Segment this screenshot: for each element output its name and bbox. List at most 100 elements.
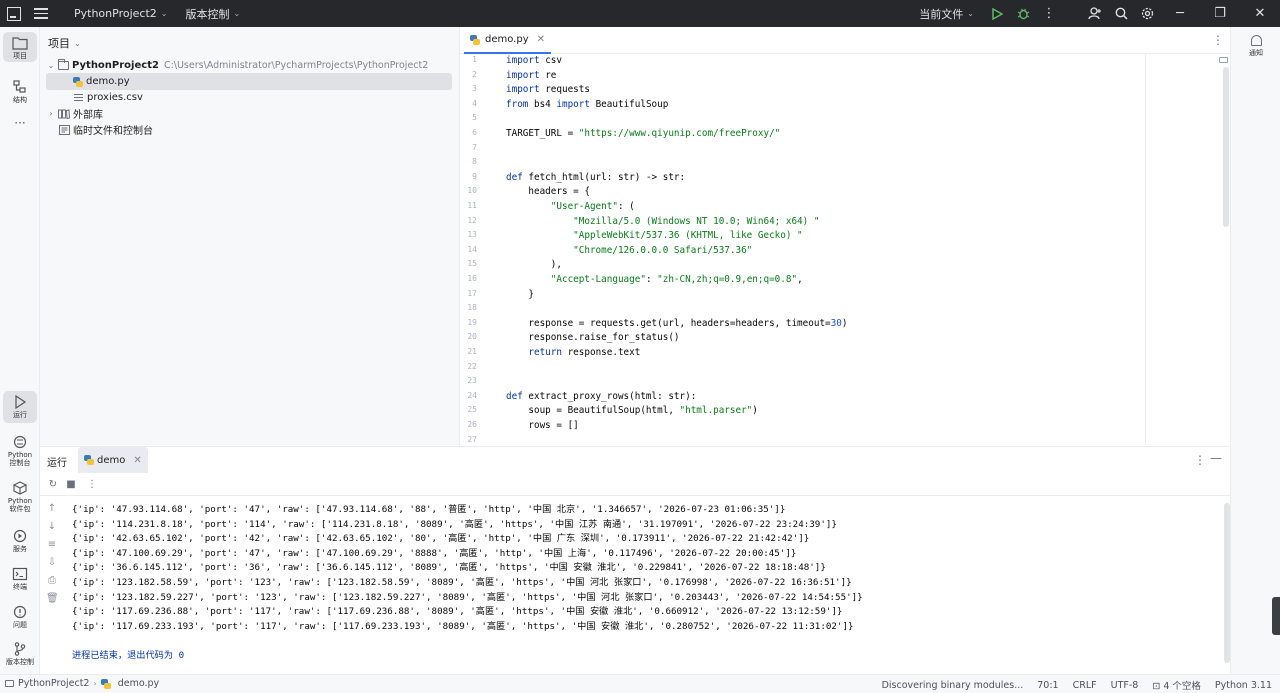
inspection-widget-icon[interactable] bbox=[1219, 57, 1228, 63]
chevron-right-icon[interactable]: › bbox=[46, 109, 56, 118]
tool-run-button[interactable]: 运行 bbox=[3, 391, 37, 423]
scroll-down-icon[interactable]: ↓ bbox=[46, 521, 58, 533]
code-line: TARGET_URL = "https://www.qiyunip.com/fr… bbox=[506, 128, 781, 139]
close-tab-icon[interactable]: ✕ bbox=[537, 34, 545, 45]
right-tool-strip: 通知 bbox=[1230, 27, 1280, 674]
editor-more-icon[interactable]: ⋮ bbox=[1212, 33, 1224, 47]
run-icon[interactable] bbox=[984, 0, 1010, 27]
breadcrumb-file[interactable]: demo.py bbox=[118, 678, 159, 689]
pycharm-logo-icon[interactable] bbox=[7, 6, 21, 21]
services-icon bbox=[13, 529, 27, 543]
code-line: headers = { bbox=[506, 186, 590, 198]
debug-icon[interactable] bbox=[1010, 0, 1036, 27]
more-actions-icon[interactable]: ⋮ bbox=[1036, 0, 1062, 27]
line-number: 10 bbox=[467, 186, 477, 196]
notifications-button[interactable]: 通知 bbox=[1231, 35, 1280, 58]
line-number: 11 bbox=[467, 201, 477, 210]
code-line: rows = [] bbox=[506, 420, 579, 431]
terminal-icon bbox=[12, 567, 28, 581]
scroll-to-end-icon[interactable]: ⇩ bbox=[46, 557, 58, 569]
line-number: 4 bbox=[472, 98, 477, 108]
settings-gear-icon[interactable] bbox=[1134, 0, 1160, 27]
project-switcher-button[interactable]: PythonProject2 ⌄ bbox=[74, 7, 167, 20]
window-minimize-icon[interactable]: ─ bbox=[1160, 0, 1200, 27]
more-icon[interactable]: ⋮ bbox=[86, 479, 98, 491]
code-line: from bs4 import BeautifulSoup bbox=[506, 98, 669, 110]
code-line: "Mozilla/5.0 (Windows NT 10.0; Win64; x6… bbox=[573, 215, 820, 227]
vcs-menu-button[interactable]: 版本控制 ⌄ bbox=[185, 6, 240, 22]
editor-scrollbar[interactable] bbox=[1223, 67, 1229, 227]
rerun-icon[interactable]: ↻ bbox=[47, 479, 59, 491]
console-line: {'ip': '47.100.69.29', 'port': '47', 'ra… bbox=[72, 547, 797, 559]
line-number: 19 bbox=[467, 317, 477, 327]
line-separator[interactable]: CRLF bbox=[1073, 680, 1097, 691]
close-tab-icon[interactable]: ✕ bbox=[133, 455, 141, 466]
side-panel-handle[interactable] bbox=[1272, 597, 1280, 635]
caret-position[interactable]: 70:1 bbox=[1037, 680, 1058, 691]
code-area[interactable]: import csv import re import requests from b… bbox=[506, 54, 1206, 445]
clear-all-icon[interactable]: 🗑 bbox=[46, 593, 59, 605]
library-icon bbox=[58, 108, 70, 119]
tool-vcs-button[interactable]: 版本控制 bbox=[3, 638, 37, 668]
minimize-panel-icon[interactable]: — bbox=[1210, 451, 1222, 465]
bell-icon bbox=[1250, 35, 1262, 46]
soft-wrap-icon[interactable]: ≡ bbox=[46, 539, 58, 551]
project-panel-header[interactable]: 项目 ⌄ bbox=[48, 35, 81, 51]
process-exit-message: 进程已结束，退出代码为 0 bbox=[72, 650, 185, 661]
console-scrollbar[interactable] bbox=[1224, 503, 1230, 663]
breadcrumb: PythonProject2 › demo.py bbox=[5, 678, 159, 689]
code-line: response = requests.get(url, headers=hea… bbox=[506, 317, 848, 329]
python-interpreter[interactable]: Python 3.11 bbox=[1215, 680, 1272, 691]
tool-python-console-button[interactable]: Python 控制台 bbox=[3, 431, 37, 469]
line-number: 8 bbox=[472, 157, 477, 167]
tree-item-project-root[interactable]: ⌄ PythonProject2 C:\Users\Administrator\… bbox=[46, 57, 452, 74]
tool-services-button[interactable]: 服务 bbox=[3, 525, 37, 553]
tree-item-demo-py[interactable]: demo.py bbox=[46, 73, 452, 90]
line-number: 20 bbox=[467, 332, 477, 342]
indent-setting[interactable]: ⊡ 4 个空格 bbox=[1152, 678, 1201, 692]
tool-python-packages-button[interactable]: Python 软件包 bbox=[3, 477, 37, 515]
chevron-down-icon: ⌄ bbox=[160, 9, 168, 18]
print-icon[interactable]: ⎙ bbox=[46, 575, 58, 587]
chevron-down-icon: ⌄ bbox=[967, 9, 974, 18]
run-tab-demo[interactable]: demo ✕ bbox=[78, 447, 148, 473]
console-output[interactable]: {'ip': '47.93.114.68', 'port': '47', 'ra… bbox=[72, 497, 1222, 675]
tool-structure-button[interactable]: 结构 bbox=[3, 76, 37, 106]
tool-terminal-button[interactable]: 终端 bbox=[3, 563, 37, 591]
tool-project-button[interactable]: 项目 bbox=[3, 32, 37, 62]
line-number: 1 bbox=[472, 55, 477, 64]
scratches-icon bbox=[59, 124, 70, 135]
text-file-icon bbox=[74, 94, 83, 101]
background-task-status[interactable]: Discovering binary modules... bbox=[882, 680, 1024, 691]
console-side-toolbar: ↑ ↓ ≡ ⇩ ⎙ 🗑 bbox=[40, 497, 64, 675]
add-user-icon[interactable] bbox=[1082, 0, 1108, 27]
run-config-selector[interactable]: 当前文件 ⌄ bbox=[919, 6, 974, 22]
run-panel-more-icon[interactable]: ⋮ bbox=[1194, 453, 1206, 467]
file-encoding[interactable]: UTF-8 bbox=[1111, 680, 1139, 691]
code-line: ), bbox=[506, 259, 562, 271]
line-number: 27 bbox=[467, 434, 477, 444]
code-line: return response.text bbox=[528, 347, 641, 358]
window-close-icon[interactable]: ✕ bbox=[1240, 0, 1280, 27]
stop-icon[interactable]: ■ bbox=[65, 479, 77, 491]
window-restore-icon[interactable]: ❐ bbox=[1200, 0, 1240, 27]
editor-tab-demo-py[interactable]: demo.py ✕ bbox=[464, 27, 552, 54]
console-line: {'ip': '36.6.145.112', 'port': '36', 'ra… bbox=[72, 562, 826, 574]
code-line: "Chrome/126.0.0.0 Safari/537.36" bbox=[573, 244, 753, 256]
breadcrumb-project[interactable]: PythonProject2 bbox=[18, 678, 89, 689]
code-line: def extract_proxy_rows(html: str): bbox=[506, 390, 697, 402]
run-icon bbox=[15, 395, 27, 409]
chevron-down-icon[interactable]: ⌄ bbox=[46, 61, 56, 70]
tree-item-external-libraries[interactable]: › 外部库 bbox=[46, 105, 452, 122]
tree-item-proxies-csv[interactable]: proxies.csv bbox=[46, 89, 452, 106]
tool-problems-button[interactable]: 问题 bbox=[3, 601, 37, 629]
line-number: 24 bbox=[467, 390, 477, 400]
editor-tab-bar: demo.py ✕ ⋮ bbox=[460, 27, 1230, 54]
search-icon[interactable] bbox=[1108, 0, 1134, 27]
scroll-up-icon[interactable]: ↑ bbox=[46, 503, 58, 515]
main-menu-icon[interactable] bbox=[34, 8, 48, 19]
line-number: 7 bbox=[472, 142, 477, 152]
line-number: 17 bbox=[467, 288, 477, 298]
tree-item-scratches[interactable]: 临时文件和控制台 bbox=[46, 121, 452, 138]
more-tools-icon[interactable]: ··· bbox=[3, 115, 37, 135]
